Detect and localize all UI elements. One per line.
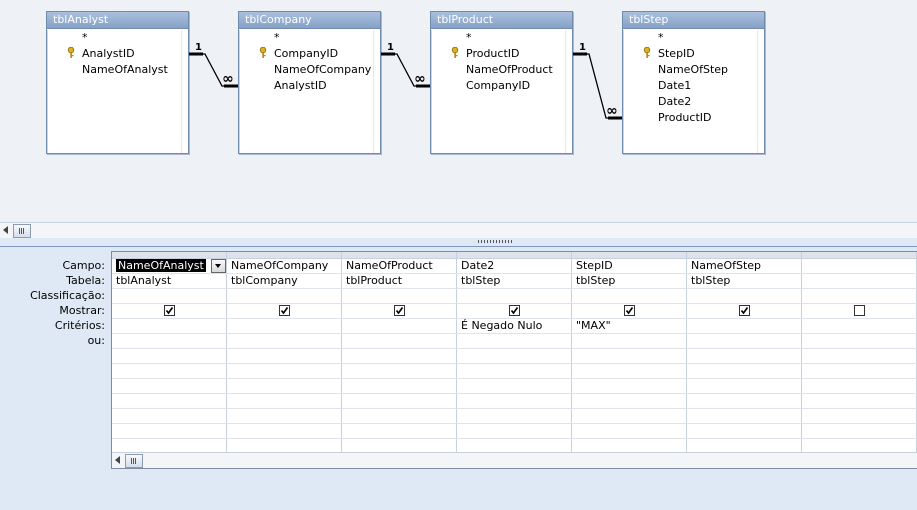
- field-dropdown[interactable]: [211, 259, 226, 273]
- checkbox-checked-icon: [740, 307, 749, 315]
- relationship-lines: 1 ∞ 1 ∞ 1 ∞: [189, 42, 622, 120]
- row-label-criteria: Critérios:: [54, 319, 105, 332]
- table-cell[interactable]: tblStep: [691, 273, 730, 288]
- criteria-cell[interactable]: "MAX": [576, 318, 611, 333]
- table-cell[interactable]: tblStep: [576, 273, 615, 288]
- dropdown-arrow-icon: [215, 264, 221, 268]
- one-side-label: 1: [195, 42, 202, 53]
- show-checkbox[interactable]: [394, 305, 405, 316]
- field-cell[interactable]: NameOfCompany: [231, 258, 328, 273]
- row-label-or: ou:: [87, 334, 105, 347]
- row-label-sort: Classificação:: [30, 289, 105, 302]
- query-design-pane: tblAnalyst * AnalystID NameOfAnalyst tbl…: [0, 0, 917, 222]
- row-label-show: Mostrar:: [59, 304, 105, 317]
- show-checkbox[interactable]: [279, 305, 290, 316]
- splitter-grip[interactable]: [478, 240, 512, 243]
- scroll-thumb[interactable]: [13, 224, 31, 238]
- checkbox-checked-icon: [165, 307, 174, 315]
- show-checkbox[interactable]: [854, 305, 865, 316]
- checkbox-empty-icon: [855, 306, 864, 315]
- design-pane-scrollbar[interactable]: [0, 222, 917, 239]
- field-cell[interactable]: Date2: [461, 258, 494, 273]
- one-side-label: 1: [579, 42, 586, 53]
- show-checkbox[interactable]: [509, 305, 520, 316]
- selected-field-text[interactable]: NameOfAnalyst: [116, 259, 206, 272]
- field-cell[interactable]: NameOfProduct: [346, 258, 433, 273]
- show-checkbox[interactable]: [164, 305, 175, 316]
- show-checkbox[interactable]: [739, 305, 750, 316]
- query-grid: NameOfAnalyst tblAnalyst NameOfCompany t…: [111, 251, 917, 469]
- many-side-label: ∞: [414, 71, 426, 87]
- scroll-left-icon[interactable]: [115, 456, 120, 464]
- grid-column[interactable]: [802, 252, 917, 452]
- criteria-cell[interactable]: É Negado Nulo: [461, 318, 542, 333]
- field-cell[interactable]: NameOfStep: [691, 258, 761, 273]
- show-checkbox[interactable]: [624, 305, 635, 316]
- many-side-label: ∞: [606, 103, 618, 119]
- scroll-left-icon[interactable]: [3, 226, 8, 234]
- pane-splitter[interactable]: [0, 238, 917, 247]
- grid-scrollbar[interactable]: [112, 452, 917, 468]
- checkbox-checked-icon: [625, 307, 634, 315]
- checkbox-checked-icon: [510, 307, 519, 315]
- many-side-label: ∞: [222, 71, 234, 87]
- one-side-label: 1: [387, 42, 394, 53]
- table-cell[interactable]: tblProduct: [346, 273, 402, 288]
- field-cell[interactable]: NameOfAnalyst: [116, 258, 206, 273]
- field-cell[interactable]: StepID: [576, 258, 613, 273]
- checkbox-checked-icon: [280, 307, 289, 315]
- scroll-thumb[interactable]: [125, 454, 143, 468]
- row-label-field: Campo:: [62, 259, 105, 272]
- row-label-table: Tabela:: [66, 274, 105, 287]
- table-cell[interactable]: tblCompany: [231, 273, 298, 288]
- table-cell[interactable]: tblAnalyst: [116, 273, 171, 288]
- table-cell[interactable]: tblStep: [461, 273, 500, 288]
- checkbox-checked-icon: [395, 307, 404, 315]
